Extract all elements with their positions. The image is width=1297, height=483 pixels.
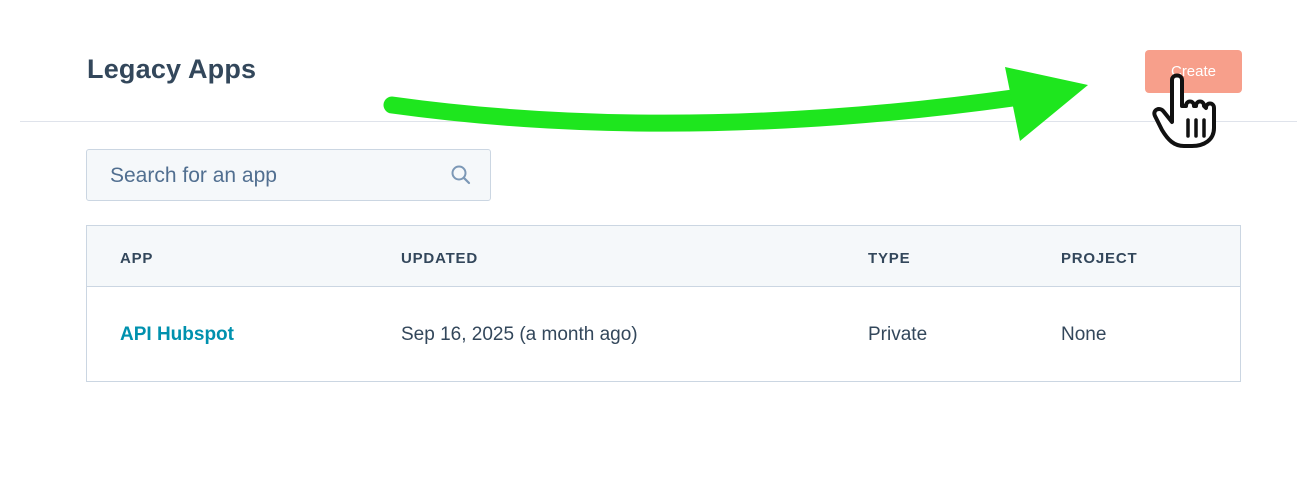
annotation-arrow-icon bbox=[383, 67, 1088, 141]
app-name-link[interactable]: API Hubspot bbox=[120, 324, 234, 346]
app-updated: Sep 16, 2025 (a month ago) bbox=[401, 324, 638, 345]
column-header-project[interactable]: PROJECT bbox=[1061, 250, 1137, 267]
app-type: Private bbox=[868, 324, 928, 345]
search-icon[interactable] bbox=[450, 164, 472, 186]
column-header-updated[interactable]: UPDATED bbox=[401, 250, 478, 267]
column-header-type[interactable]: TYPE bbox=[868, 250, 910, 267]
app-project: None bbox=[1061, 324, 1107, 345]
page-title: Legacy Apps bbox=[87, 54, 257, 84]
page: Legacy Apps Create APP UPDATED TYPE PROJ… bbox=[0, 0, 1297, 483]
search-input[interactable] bbox=[87, 150, 452, 202]
table-header: APP UPDATED TYPE PROJECT bbox=[87, 226, 1240, 287]
hand-pointer-icon bbox=[1152, 73, 1216, 148]
apps-table: APP UPDATED TYPE PROJECT API Hubspot Sep… bbox=[86, 225, 1241, 382]
column-header-app[interactable]: APP bbox=[120, 250, 153, 267]
search-box[interactable] bbox=[86, 149, 491, 202]
